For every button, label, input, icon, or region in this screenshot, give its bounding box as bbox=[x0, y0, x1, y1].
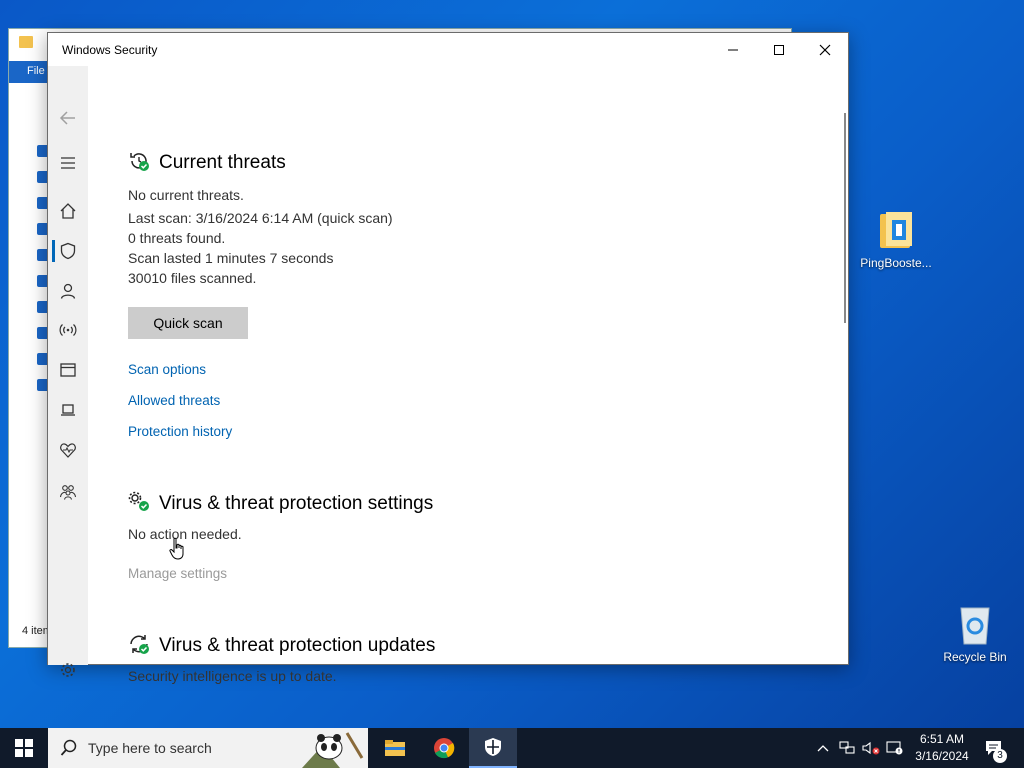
taskbar-search-box[interactable]: Type here to search bbox=[48, 728, 368, 768]
sidebar-item-account[interactable] bbox=[48, 276, 88, 306]
chrome-icon bbox=[434, 738, 455, 759]
folder-icon bbox=[876, 208, 916, 252]
close-button[interactable] bbox=[802, 33, 848, 66]
network-icon bbox=[839, 741, 855, 754]
sidebar-item-home[interactable] bbox=[48, 196, 88, 226]
sidebar-item-device-security[interactable] bbox=[48, 395, 88, 425]
updates-status-text: Security intelligence is up to date. bbox=[128, 668, 337, 684]
file-menu[interactable]: File bbox=[27, 65, 45, 77]
notification-center-button[interactable]: 3 bbox=[976, 728, 1012, 768]
close-icon bbox=[819, 44, 831, 55]
manage-settings-link[interactable]: Manage settings bbox=[128, 566, 227, 581]
allowed-threats-link[interactable]: Allowed threats bbox=[128, 393, 220, 408]
person-icon bbox=[60, 283, 76, 299]
wireless-icon bbox=[59, 324, 77, 336]
sidebar-item-family-options[interactable] bbox=[48, 477, 88, 507]
notification-count-badge: 3 bbox=[993, 749, 1007, 763]
main-content: Current threats No current threats. Last… bbox=[128, 66, 848, 684]
family-icon bbox=[59, 485, 77, 500]
scan-options-link[interactable]: Scan options bbox=[128, 362, 206, 377]
windows-security-window[interactable]: Windows Security Current threats No curr… bbox=[47, 32, 849, 684]
clock-time: 6:51 AM bbox=[919, 732, 965, 746]
volume-muted-icon bbox=[862, 741, 880, 755]
threats-found-text: 0 threats found. bbox=[128, 230, 226, 246]
sidebar-item-virus-protection[interactable] bbox=[48, 236, 88, 266]
back-button[interactable] bbox=[48, 103, 88, 133]
menu-button[interactable] bbox=[48, 148, 88, 178]
current-threats-heading: Current threats bbox=[159, 152, 286, 173]
folder-icon bbox=[385, 740, 405, 756]
shield-icon bbox=[60, 242, 76, 260]
files-scanned-text: 30010 files scanned. bbox=[128, 270, 257, 286]
device-warning-icon bbox=[886, 741, 903, 755]
minimize-icon bbox=[728, 49, 738, 50]
chevron-up-icon bbox=[817, 745, 829, 752]
window-titlebar[interactable]: Windows Security bbox=[48, 33, 848, 66]
sidebar-item-settings[interactable] bbox=[48, 655, 88, 685]
windows-logo-icon bbox=[15, 739, 33, 757]
sidebar-item-device-health[interactable] bbox=[48, 435, 88, 465]
quick-scan-button[interactable]: Quick scan bbox=[128, 307, 248, 339]
updates-heading: Virus & threat protection updates bbox=[159, 635, 436, 656]
desktop-icon-pingbooster[interactable]: PingBooste... bbox=[856, 208, 936, 270]
tray-security-button[interactable] bbox=[884, 728, 906, 768]
maximize-button[interactable] bbox=[756, 33, 802, 66]
taskbar-file-explorer[interactable] bbox=[371, 728, 419, 768]
search-icon bbox=[60, 739, 77, 756]
hand-cursor-icon bbox=[169, 537, 184, 560]
taskbar-windows-security[interactable] bbox=[469, 728, 517, 768]
shield-icon bbox=[485, 738, 501, 756]
settings-heading: Virus & threat protection settings bbox=[159, 493, 434, 514]
sidebar-item-app-browser[interactable] bbox=[48, 355, 88, 385]
browser-window-icon bbox=[60, 363, 76, 377]
desktop-icon-label: PingBooste... bbox=[860, 256, 932, 270]
minimize-button[interactable] bbox=[710, 33, 756, 66]
heart-pulse-icon bbox=[60, 443, 76, 458]
taskbar-chrome[interactable] bbox=[420, 728, 468, 768]
no-threats-text: No current threats. bbox=[128, 187, 244, 203]
hamburger-icon bbox=[61, 157, 75, 169]
update-check-icon bbox=[130, 635, 149, 654]
tray-network-button[interactable] bbox=[836, 728, 858, 768]
folder-icon bbox=[19, 36, 33, 48]
back-arrow-icon bbox=[59, 111, 75, 125]
laptop-icon bbox=[61, 404, 75, 416]
gear-icon bbox=[61, 663, 75, 677]
protection-history-link[interactable]: Protection history bbox=[128, 424, 232, 439]
last-scan-text: Last scan: 3/16/2024 6:14 AM (quick scan… bbox=[128, 210, 393, 226]
desktop-icon-recycle-bin[interactable]: Recycle Bin bbox=[935, 602, 1015, 664]
sidebar-item-firewall[interactable] bbox=[48, 315, 88, 345]
recycle-bin-icon bbox=[955, 602, 995, 646]
history-check-icon bbox=[130, 153, 149, 171]
tray-volume-button[interactable] bbox=[860, 728, 882, 768]
clock-date: 3/16/2024 bbox=[915, 749, 969, 763]
show-hidden-icons-button[interactable] bbox=[814, 728, 832, 768]
sidebar bbox=[48, 66, 88, 677]
home-icon bbox=[60, 203, 76, 219]
desktop-icon-label: Recycle Bin bbox=[943, 650, 1007, 664]
window-title: Windows Security bbox=[62, 43, 158, 57]
taskbar-clock[interactable]: 6:51 AM 3/16/2024 bbox=[908, 731, 976, 765]
maximize-icon bbox=[774, 44, 784, 55]
taskbar: Type here to search 6:51 AM 3/16/2024 3 bbox=[0, 728, 1024, 768]
start-button[interactable] bbox=[0, 728, 48, 768]
settings-gears-check-icon bbox=[128, 491, 149, 511]
scan-duration-text: Scan lasted 1 minutes 7 seconds bbox=[128, 250, 334, 266]
search-highlight-panda-image bbox=[302, 732, 364, 768]
search-placeholder: Type here to search bbox=[88, 740, 212, 756]
